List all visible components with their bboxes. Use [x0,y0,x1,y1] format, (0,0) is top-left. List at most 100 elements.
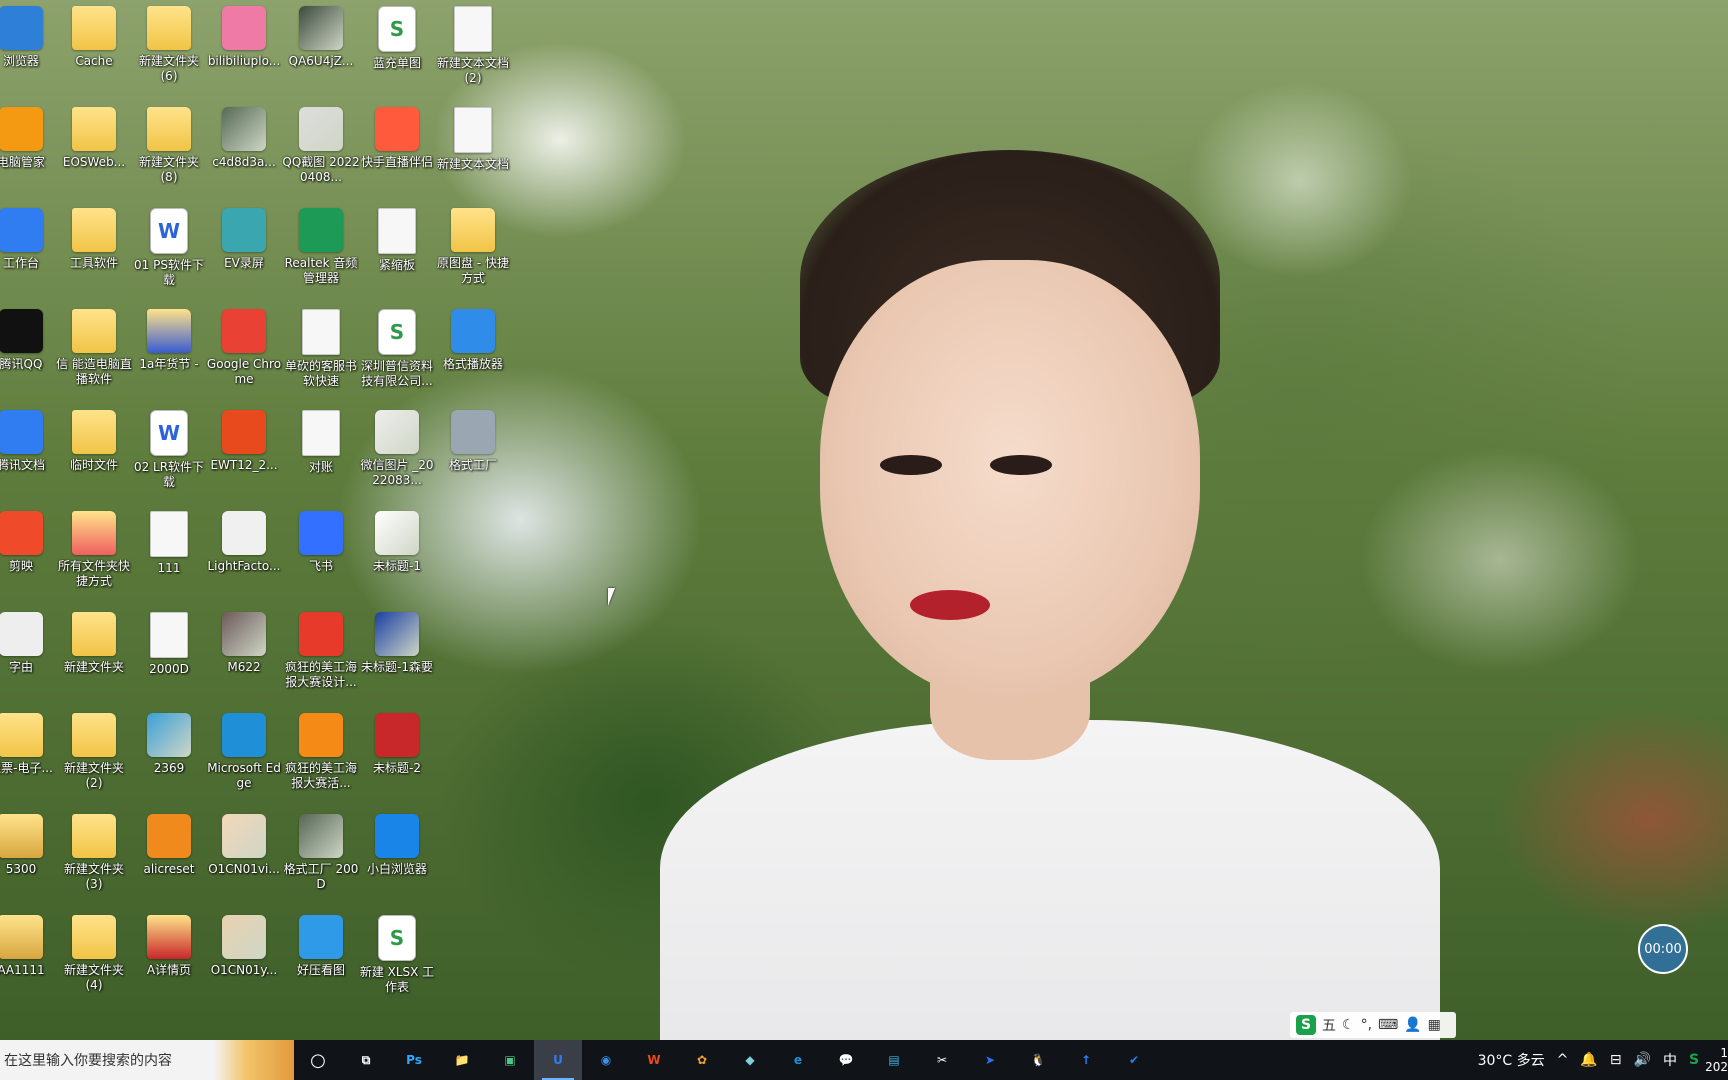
weather-widget[interactable]: 30°C 多云 [1478,1050,1545,1070]
ime-keyboard-icon[interactable]: ⌨ [1378,1017,1398,1033]
desktop-icon[interactable]: M622 [205,606,283,702]
floating-timer[interactable]: 00:00 [1638,924,1688,974]
tray-chevron-icon[interactable]: ^ [1557,1052,1569,1068]
desktop-icon[interactable]: 腾讯文档 [0,404,60,500]
tray-notification-icon[interactable]: 🔔 [1580,1052,1597,1068]
desktop-icon[interactable]: QA6U4jZ... [282,0,360,96]
desktop-icon[interactable]: S 新建 XLSX 工作表 [358,909,436,1005]
cortana-button[interactable]: ○ [294,1040,342,1080]
taskbar-photoshop-button[interactable]: Ps [390,1040,438,1080]
desktop-icon[interactable]: AA1111 [0,909,60,1005]
desktop-icon[interactable]: 小白浏览器 [358,808,436,904]
tray-network-icon[interactable]: ⊟ [1610,1052,1622,1068]
taskbar-search-box[interactable]: 在这里输入你要搜索的内容 [0,1040,294,1080]
taskbar-qq-button[interactable]: 🐧 [1014,1040,1062,1080]
desktop-icon[interactable]: Cache [55,0,133,96]
taskbar-store-button[interactable]: ▤ [870,1040,918,1080]
desktop-icon[interactable]: Microsoft Edge [205,707,283,803]
desktop-icon[interactable]: 对账 [282,404,360,500]
desktop-icon[interactable]: 浏览器 [0,0,60,96]
desktop-icon[interactable]: 新建文本文档 (2) [434,0,512,96]
desktop-icon[interactable]: O1CN01y... [205,909,283,1005]
desktop-icon[interactable]: 新建文件夹 [55,606,133,702]
taskbar-browser-button[interactable]: ◉ [582,1040,630,1080]
desktop-icon[interactable]: 111 [130,505,208,601]
desktop-icon[interactable]: 紧缩板 [358,202,436,298]
desktop-icon[interactable]: 信 能造电脑直播软件 [55,303,133,399]
desktop-icon[interactable]: 微信图片 _2022083... [358,404,436,500]
desktop-icon[interactable]: 疯狂的美工海报大赛活... [282,707,360,803]
desktop-icon[interactable]: c4d8d3a... [205,101,283,197]
taskbar-notes-button[interactable]: ◆ [726,1040,774,1080]
tray-clock[interactable]: 1 202 [1705,1046,1728,1074]
ime-moon-icon[interactable]: ☾ [1342,1017,1355,1033]
taskbar-photos-button[interactable]: ▣ [486,1040,534,1080]
search-placeholder[interactable]: 在这里输入你要搜索的内容 [4,1050,172,1070]
ime-grid-icon[interactable]: ▦ [1428,1017,1441,1033]
desktop-icon[interactable]: 快手直播伴侣 [358,101,436,197]
desktop-icon[interactable]: 字由 [0,606,60,702]
desktop-icon[interactable]: 工作台 [0,202,60,298]
desktop-icon[interactable]: 未标题-2 [358,707,436,803]
desktop-icon[interactable]: 新建文件夹 (8) [130,101,208,197]
taskbar-pinwheel-button[interactable]: ✿ [678,1040,726,1080]
ime-user-icon[interactable]: 👤 [1404,1017,1421,1033]
desktop-icon[interactable]: EOSWeb... [55,101,133,197]
taskbar-edge-button[interactable]: e [774,1040,822,1080]
desktop-icon[interactable]: Realtek 音频管理器 [282,202,360,298]
ime-punctuation-icon[interactable]: °, [1361,1017,1372,1033]
desktop-icon[interactable]: 疯狂的美工海报大赛设计... [282,606,360,702]
desktop-icon[interactable]: 未标题-1森要 [358,606,436,702]
desktop-icon[interactable]: QQ截图 20220408... [282,101,360,197]
desktop-icon[interactable]: bilibiliuplo... [205,0,283,96]
desktop-icon[interactable]: 2369 [130,707,208,803]
taskbar-task-view-button[interactable]: ⧉ [342,1040,390,1080]
desktop-icon[interactable]: 飞书 [282,505,360,601]
ime-mode[interactable]: 五 [1322,1015,1336,1035]
desktop-icon[interactable]: 临时文件 [55,404,133,500]
desktop-icon[interactable]: 单砍的客服书软快速 [282,303,360,399]
desktop-icon[interactable]: 格式播放器 [434,303,512,399]
taskbar-feishu-button[interactable]: ➤ [966,1040,1014,1080]
desktop-icon[interactable]: Google Chrome [205,303,283,399]
tray-volume-icon[interactable]: 🔊 [1634,1052,1651,1068]
desktop-icon[interactable]: 原图盘 - 快捷方式 [434,202,512,298]
desktop-icon[interactable]: 新建文件夹 (4) [55,909,133,1005]
taskbar-wechat-button[interactable]: 💬 [822,1040,870,1080]
desktop-icon[interactable]: 所有文件夹快捷方式 [55,505,133,601]
desktop-icon[interactable]: A详情页 [130,909,208,1005]
desktop-icon[interactable]: 剪映 [0,505,60,601]
desktop-icon[interactable]: EV录屏 [205,202,283,298]
desktop-icon[interactable]: O1CN01vi... [205,808,283,904]
desktop-icon[interactable]: LightFacto... [205,505,283,601]
desktop-icon[interactable]: EWT12_2... [205,404,283,500]
desktop-icon[interactable]: 未标题-1 [358,505,436,601]
desktop-icon[interactable]: 新建文件夹 (2) [55,707,133,803]
desktop-icon[interactable]: 1a年货节 - [130,303,208,399]
desktop-icon[interactable]: 发票-电子... [0,707,60,803]
sogou-logo-icon[interactable]: S [1296,1015,1316,1035]
desktop-icon[interactable]: 好压看图 [282,909,360,1005]
tray-sogou-icon[interactable]: S [1689,1052,1699,1068]
taskbar-uu-workbench-button[interactable]: U [534,1040,582,1080]
taskbar-security-button[interactable]: ✔ [1110,1040,1158,1080]
desktop-icon[interactable]: W 02 LR软件下载 [130,404,208,500]
taskbar-wps-button[interactable]: W [630,1040,678,1080]
desktop-icon[interactable]: 工具软件 [55,202,133,298]
desktop-icon[interactable]: 新建文件夹 (6) [130,0,208,96]
ime-toolbar[interactable]: S 五 ☾ °, ⌨ 👤 ▦ [1290,1012,1456,1038]
desktop-icon[interactable]: 新建文本文档 [434,101,512,197]
desktop-icon[interactable]: alicreset [130,808,208,904]
taskbar-file-explorer-button[interactable]: 📁 [438,1040,486,1080]
desktop-icon[interactable]: 2000D [130,606,208,702]
desktop-icon[interactable]: W 01 PS软件下载 [130,202,208,298]
taskbar-tencent-docs-button[interactable]: ↑ [1062,1040,1110,1080]
tray-ime-indicator[interactable]: 中 [1663,1050,1677,1070]
desktop-icon[interactable]: 电脑管家 [0,101,60,197]
desktop-icon[interactable]: S 深圳普信资料技有限公司... [358,303,436,399]
taskbar-capcut-button[interactable]: ✂ [918,1040,966,1080]
desktop-icon[interactable]: 5300 [0,808,60,904]
desktop-icon[interactable]: 格式工厂 [434,404,512,500]
desktop-icon[interactable]: S 蓝充单图 [358,0,436,96]
desktop-icon[interactable]: 格式工厂 200D [282,808,360,904]
